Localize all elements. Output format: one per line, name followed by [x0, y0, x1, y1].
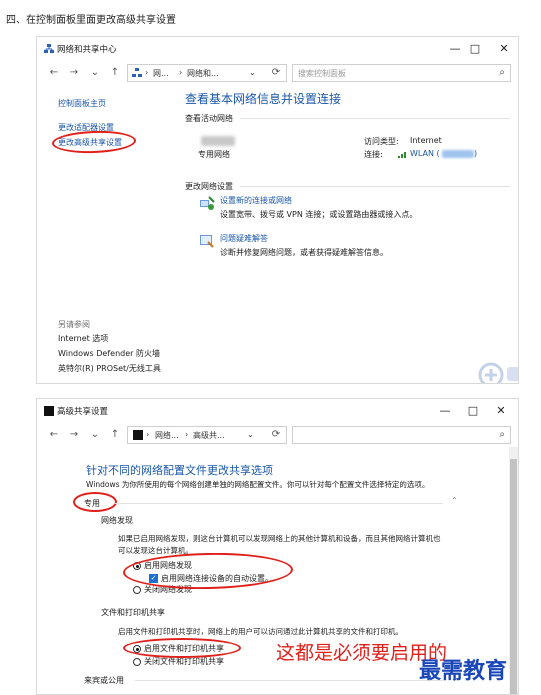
troubleshoot-link[interactable]: 问题疑难解答: [220, 233, 268, 244]
recent-dropdown-icon[interactable]: ⌄: [88, 65, 102, 81]
network-icon: [44, 44, 54, 53]
sidebar-link-proset[interactable]: 英特尔(R) PROSet/无线工具: [58, 363, 161, 374]
title-bar[interactable]: 网络和共享中心 — □ ✕: [37, 37, 518, 61]
maximize-button[interactable]: □: [467, 41, 483, 57]
breadcrumb-sharing-center[interactable]: 网络和...: [187, 68, 219, 79]
page-title: 查看基本网络信息并设置连接: [185, 92, 342, 106]
wlan-connection-close: ): [474, 149, 478, 158]
network-sharing-center-window: 网络和共享中心 — □ ✕ ← → ⌄ ↑ › 网... › 网络和... ⌄ …: [36, 36, 519, 384]
network-discovery-heading: 网络发现: [101, 516, 133, 525]
profile-guest-header[interactable]: 来宾或公用: [84, 675, 124, 686]
breadcrumb-network[interactable]: 网络...: [155, 430, 179, 441]
radio-discovery-off[interactable]: [133, 586, 141, 594]
close-button[interactable]: ✕: [493, 403, 509, 419]
minimize-button[interactable]: —: [447, 41, 463, 57]
wifi-signal-icon: [398, 152, 406, 158]
search-input[interactable]: 搜索控制面板 ⌕: [292, 64, 511, 82]
access-type-label: 访问类型:: [364, 137, 399, 146]
brand-watermark: 最需教育: [419, 658, 508, 684]
search-icon: ⌕: [499, 67, 505, 78]
page-heading: 四、在控制面板里面更改高级共享设置: [6, 15, 176, 26]
divider: [135, 680, 443, 681]
search-icon: ⌕: [499, 429, 505, 440]
setup-new-connection-desc: 设置宽带、拨号或 VPN 连接；或设置路由器或接入点。: [220, 210, 418, 219]
address-bar[interactable]: › 网... › 网络和... ⌄: [127, 64, 287, 82]
navigation-bar: ← → ⌄ ↑ › 网络... › 高级共... ⌄ ⟳ ⌕: [37, 425, 518, 445]
annotation-circle: [122, 551, 294, 591]
back-arrow-icon[interactable]: ←: [47, 427, 61, 443]
forward-arrow-icon[interactable]: →: [67, 65, 81, 81]
setup-new-connection-link[interactable]: 设置新的连接或网络: [220, 195, 292, 206]
troubleshoot-icon: [200, 235, 214, 248]
network-discovery-desc-line1: 如果已启用网络发现，则这台计算机可以发现网络上的其他计算机和设备，而且其他网络计…: [118, 534, 441, 543]
breadcrumb-separator: ›: [145, 68, 149, 77]
access-type-value: Internet: [410, 136, 442, 145]
radio-sharing-off[interactable]: [133, 658, 141, 666]
annotation-circle: [51, 129, 137, 155]
network-icon: [132, 68, 142, 77]
annotation-circle: [123, 638, 241, 658]
watermark-logo: [478, 362, 518, 383]
file-printer-sharing-desc: 启用文件和打印机共享时，网络上的用户可以访问通过此计算机共享的文件和打印机。: [118, 627, 403, 636]
breadcrumb-separator: ›: [146, 430, 150, 439]
back-arrow-icon[interactable]: ←: [47, 65, 61, 81]
divider: [115, 503, 443, 504]
file-printer-sharing-heading: 文件和打印机共享: [101, 608, 165, 617]
app-icon: [133, 430, 143, 440]
refresh-icon[interactable]: ⟳: [269, 427, 283, 443]
navigation-bar: ← → ⌄ ↑ › 网... › 网络和... ⌄ ⟳ 搜索控制面板 ⌕: [37, 63, 518, 83]
address-dropdown-icon[interactable]: ⌄: [247, 430, 254, 439]
connection-label: 连接:: [364, 150, 383, 159]
breadcrumb-network[interactable]: 网...: [153, 68, 169, 79]
recent-dropdown-icon[interactable]: ⌄: [88, 427, 102, 443]
close-button[interactable]: ✕: [496, 41, 512, 57]
new-connection-icon: [200, 196, 215, 210]
forward-arrow-icon[interactable]: →: [67, 427, 81, 443]
breadcrumb-separator: ›: [179, 68, 183, 77]
app-icon: [44, 406, 54, 416]
window-title: 高级共享设置: [57, 407, 109, 417]
see-also-label: 另请参阅: [58, 320, 90, 329]
page-title: 针对不同的网络配置文件更改共享选项: [86, 464, 273, 477]
maximize-button[interactable]: □: [465, 403, 481, 419]
up-arrow-icon[interactable]: ↑: [108, 65, 122, 81]
address-bar[interactable]: › 网络... › 高级共... ⌄: [127, 426, 287, 444]
refresh-icon[interactable]: ⟳: [269, 65, 283, 81]
network-type: 专用网络: [198, 150, 230, 159]
search-input[interactable]: ⌕: [292, 426, 511, 444]
divider: [240, 118, 510, 119]
sidebar-link-internet-options[interactable]: Internet 选项: [58, 333, 108, 344]
window-title: 网络和共享中心: [57, 45, 117, 55]
section-heading-change-settings: 更改网络设置: [185, 182, 233, 191]
scrollbar[interactable]: [509, 447, 518, 694]
address-dropdown-icon[interactable]: ⌄: [249, 68, 256, 77]
troubleshoot-desc: 诊断并修复网络问题，或者获得疑难解答信息。: [220, 248, 388, 257]
redacted-ssid: [442, 150, 474, 158]
section-heading-active-networks: 查看活动网络: [185, 114, 233, 123]
sidebar-link-firewall[interactable]: Windows Defender 防火墙: [58, 348, 160, 359]
wlan-connection-link[interactable]: WLAN (: [410, 149, 440, 158]
sidebar-link-control-panel-home[interactable]: 控制面板主页: [58, 98, 106, 109]
search-placeholder: 搜索控制面板: [298, 69, 346, 78]
redacted-network-name: [201, 136, 235, 146]
breadcrumb-separator: ›: [185, 430, 189, 439]
page-description: Windows 为你所使用的每个网络创建单独的网络配置文件。你可以针对每个配置文…: [86, 480, 430, 489]
divider: [240, 186, 510, 187]
up-arrow-icon[interactable]: ↑: [108, 427, 122, 443]
minimize-button[interactable]: —: [437, 403, 453, 419]
annotation-circle: [73, 492, 117, 512]
title-bar[interactable]: 高级共享设置 — □ ✕: [37, 399, 518, 423]
scrollbar-thumb[interactable]: [510, 459, 517, 694]
collapse-chevron-icon[interactable]: ⌃: [451, 496, 458, 505]
breadcrumb-advanced[interactable]: 高级共...: [193, 430, 225, 441]
